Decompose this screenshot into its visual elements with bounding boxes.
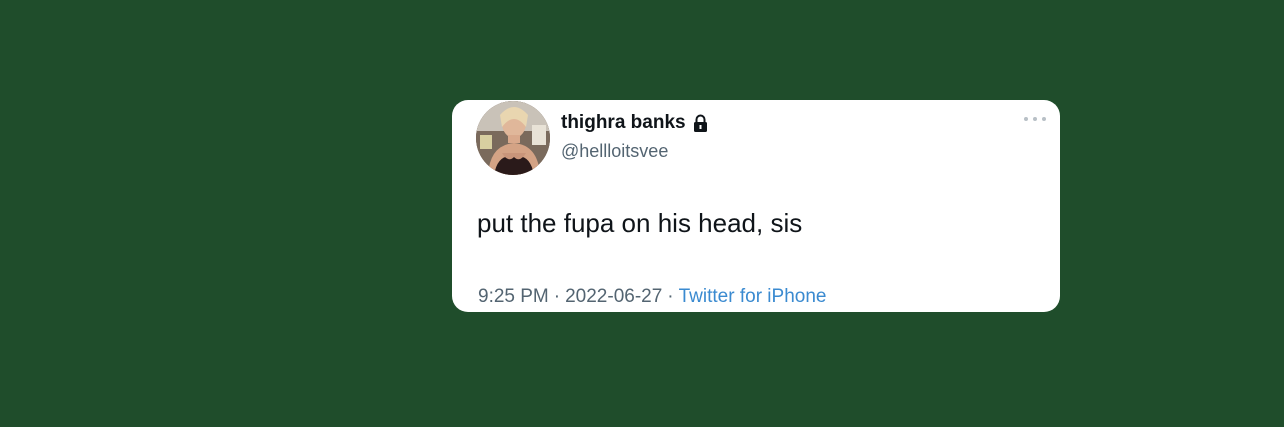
tweet-card: thighra banks @hellloitsvee put the fupa… [452,100,1060,312]
tweet-source-link[interactable]: Twitter for iPhone [679,286,827,307]
more-horizontal-icon[interactable] [1024,114,1046,124]
tweet-meta: 9:25 PM · 2022-06-27 · Twitter for iPhone [478,286,826,308]
tweet-date[interactable]: 2022-06-27 [565,286,662,307]
lock-icon [692,114,709,133]
tweet-time[interactable]: 9:25 PM [478,286,549,307]
display-name[interactable]: thighra banks [561,112,709,134]
meta-separator: · [553,286,561,307]
display-name-text: thighra banks [561,112,686,133]
avatar[interactable] [476,101,550,175]
meta-separator: · [667,286,674,307]
avatar-image [476,101,550,175]
tweet-text: put the fupa on his head, sis [477,208,803,238]
user-handle[interactable]: @hellloitsvee [561,141,668,162]
